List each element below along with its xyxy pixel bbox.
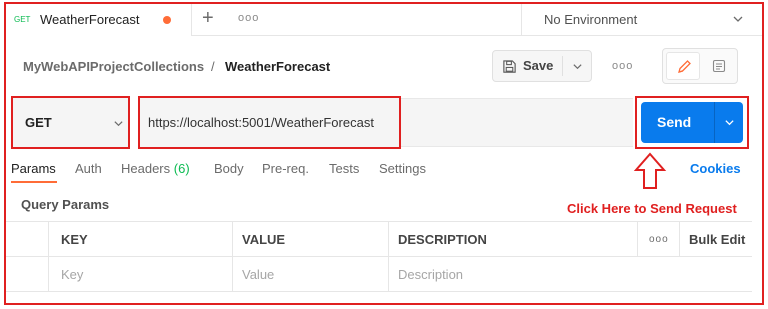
cookies-link[interactable]: Cookies xyxy=(690,161,741,176)
more-options-icon[interactable]: ooo xyxy=(612,60,633,72)
environment-selector[interactable]: No Environment xyxy=(521,4,762,36)
table-header-row: KEY VALUE DESCRIPTION ooo Bulk Edit xyxy=(6,222,752,257)
bulk-edit-button[interactable]: Bulk Edit xyxy=(689,232,745,247)
query-params-title: Query Params xyxy=(21,197,110,212)
chevron-down-icon xyxy=(114,121,123,127)
environment-label: No Environment xyxy=(544,12,638,27)
tab-settings[interactable]: Settings xyxy=(379,161,426,176)
chevron-down-icon xyxy=(733,16,743,22)
tab-tests[interactable]: Tests xyxy=(329,161,359,176)
request-tab[interactable]: GET WeatherForecast xyxy=(6,4,192,36)
document-icon xyxy=(712,59,726,73)
column-divider xyxy=(48,222,49,292)
documentation-button[interactable] xyxy=(703,52,735,80)
chevron-down-icon[interactable] xyxy=(724,117,735,128)
tab-headers-label: Headers xyxy=(121,161,171,176)
column-divider xyxy=(637,222,638,257)
table-row: Key Value Description xyxy=(6,257,752,292)
tab-more-icon[interactable]: ooo xyxy=(238,12,259,24)
method-selector[interactable]: GET xyxy=(11,96,130,149)
breadcrumb-collection[interactable]: MyWebAPIProjectCollections xyxy=(23,59,204,74)
tab-title: WeatherForecast xyxy=(40,12,140,27)
save-button[interactable]: Save xyxy=(492,50,592,82)
breadcrumb-request[interactable]: WeatherForecast xyxy=(225,59,330,74)
tab-method-badge: GET xyxy=(14,15,31,24)
tab-auth[interactable]: Auth xyxy=(75,161,102,176)
send-button[interactable]: Send xyxy=(641,102,743,143)
tab-body[interactable]: Body xyxy=(214,161,244,176)
save-divider xyxy=(562,56,563,76)
unsaved-dot-icon xyxy=(163,16,171,24)
chevron-down-icon[interactable] xyxy=(572,61,583,72)
value-input[interactable]: Value xyxy=(242,267,274,282)
url-input[interactable]: https://localhost:5001/WeatherForecast xyxy=(138,96,401,149)
column-header-description: DESCRIPTION xyxy=(398,232,487,247)
tab-bar: GET WeatherForecast + ooo No Environment xyxy=(6,4,762,36)
breadcrumb-separator: / xyxy=(211,59,215,74)
save-icon xyxy=(503,60,516,73)
send-label: Send xyxy=(657,114,692,130)
column-divider xyxy=(232,222,233,292)
pencil-icon xyxy=(678,60,691,73)
key-input[interactable]: Key xyxy=(61,267,83,282)
column-options-icon[interactable]: ooo xyxy=(649,234,669,245)
column-divider xyxy=(388,222,389,292)
headers-count-badge: (6) xyxy=(173,161,190,176)
tab-prereq[interactable]: Pre-req. xyxy=(262,161,309,176)
method-label: GET xyxy=(25,115,52,130)
arrow-up-icon xyxy=(633,152,667,189)
edit-mode-button[interactable] xyxy=(666,52,700,80)
tab-headers[interactable]: Headers (6) xyxy=(121,161,190,176)
active-tab-indicator xyxy=(11,181,57,183)
column-header-value: VALUE xyxy=(242,232,286,247)
view-mode-toggle xyxy=(662,48,738,84)
query-params-table: KEY VALUE DESCRIPTION ooo Bulk Edit Key … xyxy=(6,221,752,292)
column-header-key: KEY xyxy=(61,232,88,247)
description-input[interactable]: Description xyxy=(398,267,463,282)
tab-params[interactable]: Params xyxy=(11,161,56,176)
send-highlight: Send xyxy=(635,96,749,149)
save-label: Save xyxy=(523,58,554,73)
column-divider xyxy=(679,222,680,257)
plus-icon[interactable]: + xyxy=(202,6,214,30)
url-text: https://localhost:5001/WeatherForecast xyxy=(148,115,374,130)
url-input-extension[interactable] xyxy=(401,98,633,147)
send-divider xyxy=(714,102,715,143)
send-request-callout: Click Here to Send Request xyxy=(567,201,737,216)
